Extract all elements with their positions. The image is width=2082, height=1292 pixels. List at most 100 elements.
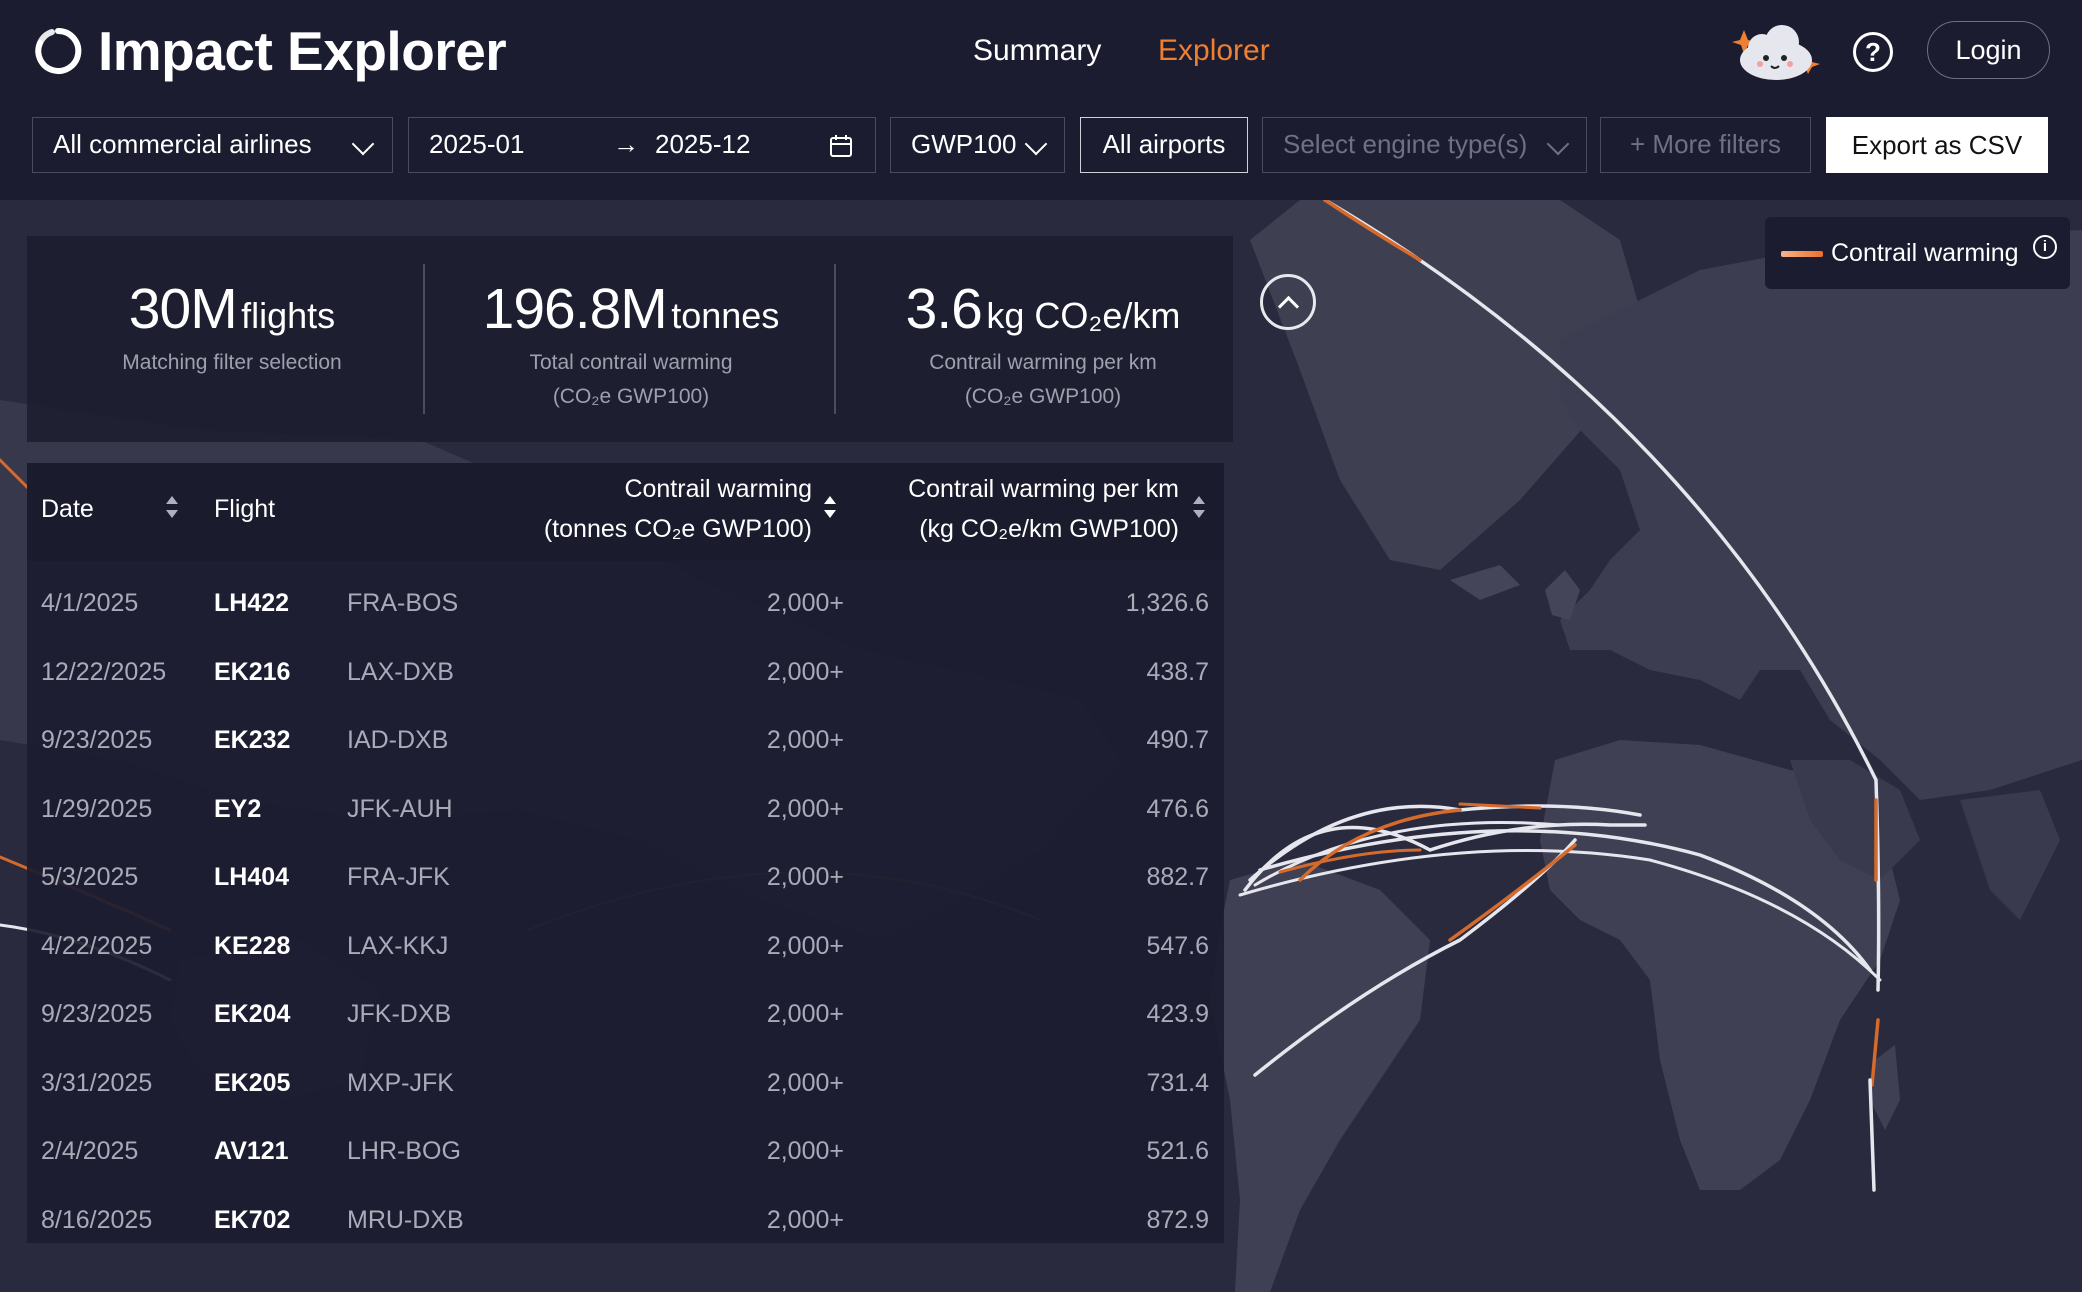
cell-date: 8/16/2025 bbox=[41, 1205, 153, 1234]
nav-summary-tab[interactable]: Summary bbox=[973, 34, 1101, 68]
column-header-perkm-line2: (kg CO₂e/km GWP100) bbox=[919, 515, 1179, 543]
cell-date: 12/22/2025 bbox=[41, 657, 167, 686]
stat-warming-per-km-unit: kg CO₂e/km bbox=[986, 295, 1181, 336]
cell-flight: EK204 bbox=[214, 1000, 291, 1028]
cell-flight: LH422 bbox=[214, 589, 290, 617]
cell-route: MRU-DXB bbox=[347, 1205, 464, 1234]
login-button[interactable]: Login bbox=[1927, 21, 2050, 79]
cell-route: IAD-DXB bbox=[347, 726, 449, 754]
cell-date: 2/4/2025 bbox=[41, 1137, 139, 1165]
date-end-input[interactable]: 2025-12 bbox=[655, 118, 750, 171]
export-csv-button[interactable]: Export as CSV bbox=[1826, 117, 2048, 173]
cloud-mascot-icon[interactable] bbox=[1724, 14, 1824, 84]
airline-select[interactable]: All commercial airlines bbox=[32, 117, 393, 173]
more-filters-button[interactable]: + More filters bbox=[1600, 117, 1811, 173]
cell-warming-per-km: 423.9 bbox=[1146, 1000, 1209, 1028]
table-row[interactable]: 12/22/2025 EK216 LAX-DXB 2,000+ 438.7 bbox=[27, 638, 1224, 706]
cell-flight: LH404 bbox=[214, 863, 290, 891]
cell-date: 3/31/2025 bbox=[41, 1068, 153, 1097]
stat-total-warming-unit: tonnes bbox=[671, 295, 780, 336]
airline-select-value: All commercial airlines bbox=[53, 129, 312, 159]
column-header-warming-per-km[interactable]: Contrail warming per km (kg CO₂e/km GWP1… bbox=[908, 469, 1179, 549]
metric-select-value: GWP100 bbox=[911, 129, 1017, 159]
cell-contrail-warming: 2,000+ bbox=[766, 589, 844, 617]
info-icon[interactable]: i bbox=[2033, 235, 2057, 259]
cell-contrail-warming: 2,000+ bbox=[766, 1205, 844, 1234]
app-header: Impact Explorer Summary Explorer ? Login… bbox=[0, 0, 2082, 200]
chevron-down-icon bbox=[1546, 132, 1570, 156]
sort-desc-icon[interactable] bbox=[824, 510, 836, 518]
stat-divider bbox=[834, 264, 836, 414]
column-header-warming-line1: Contrail warming bbox=[624, 475, 812, 503]
sort-asc-icon[interactable] bbox=[824, 496, 836, 504]
table-row[interactable]: 5/3/2025 LH404 FRA-JFK 2,000+ 882.7 bbox=[27, 843, 1224, 911]
cell-contrail-warming: 2,000+ bbox=[766, 794, 844, 823]
cell-date: 1/29/2025 bbox=[41, 794, 153, 823]
stat-warming-per-km-value: 3.6 bbox=[905, 277, 983, 341]
cell-route: FRA-JFK bbox=[347, 863, 450, 891]
flights-table: Date Flight Contrail warming (tonnes CO₂… bbox=[27, 463, 1224, 1243]
chevron-down-icon bbox=[351, 132, 375, 156]
cell-warming-per-km: 521.6 bbox=[1146, 1137, 1209, 1165]
sort-desc-icon[interactable] bbox=[166, 510, 178, 518]
cell-date: 9/23/2025 bbox=[41, 1000, 153, 1028]
column-header-flight[interactable]: Flight bbox=[214, 489, 275, 529]
table-row[interactable]: 9/23/2025 EK232 IAD-DXB 2,000+ 490.7 bbox=[27, 706, 1224, 774]
nav-explorer-tab[interactable]: Explorer bbox=[1158, 34, 1270, 68]
cell-warming-per-km: 476.6 bbox=[1146, 794, 1209, 823]
column-header-warming[interactable]: Contrail warming (tonnes CO₂e GWP100) bbox=[544, 469, 812, 549]
stat-warming-per-km-caption: Contrail warming per km bbox=[929, 351, 1157, 374]
cell-contrail-warming: 2,000+ bbox=[766, 657, 844, 686]
cell-flight: EK216 bbox=[214, 657, 291, 686]
collapse-panel-button[interactable] bbox=[1260, 274, 1316, 330]
metric-select[interactable]: GWP100 bbox=[890, 117, 1065, 173]
cell-route: JFK-AUH bbox=[347, 794, 453, 823]
table-row[interactable]: 3/31/2025 EK205 MXP-JFK 2,000+ 731.4 bbox=[27, 1049, 1224, 1117]
table-row[interactable]: 1/29/2025 EY2 JFK-AUH 2,000+ 476.6 bbox=[27, 775, 1224, 843]
stat-total-warming-caption: Total contrail warming bbox=[529, 351, 733, 374]
date-start-input[interactable]: 2025-01 bbox=[429, 118, 524, 171]
contrail-legend-swatch bbox=[1781, 251, 1823, 257]
airports-button[interactable]: All airports bbox=[1080, 117, 1248, 173]
cell-flight: EK205 bbox=[214, 1068, 291, 1097]
cell-contrail-warming: 2,000+ bbox=[766, 726, 844, 754]
stat-warming-per-km: 3.6 kg CO₂e/km Contrail warming per km (C… bbox=[837, 236, 1249, 442]
cell-flight: AV121 bbox=[214, 1137, 289, 1165]
cell-date: 4/1/2025 bbox=[41, 589, 139, 617]
table-header: Date Flight Contrail warming (tonnes CO₂… bbox=[27, 463, 1224, 561]
cell-flight: KE228 bbox=[214, 931, 291, 960]
cell-flight: EY2 bbox=[214, 794, 262, 823]
stat-total-warming: 196.8M tonnes Total contrail warming (CO₂… bbox=[425, 236, 837, 442]
cell-date: 5/3/2025 bbox=[41, 863, 139, 891]
cell-date: 4/22/2025 bbox=[41, 931, 153, 960]
chevron-down-icon bbox=[1024, 132, 1048, 156]
engine-type-select[interactable]: Select engine type(s) bbox=[1262, 117, 1587, 173]
date-range-picker[interactable]: 2025-01 → 2025-12 bbox=[408, 117, 876, 173]
cell-warming-per-km: 490.7 bbox=[1146, 726, 1209, 754]
column-header-warming-line2: (tonnes CO₂e GWP100) bbox=[543, 515, 812, 543]
stat-flights-caption: Matching filter selection bbox=[122, 351, 342, 374]
calendar-icon[interactable] bbox=[829, 134, 853, 158]
sort-asc-icon[interactable] bbox=[166, 496, 178, 504]
cell-date: 9/23/2025 bbox=[41, 726, 153, 754]
column-header-date[interactable]: Date bbox=[41, 489, 94, 529]
summary-stats-panel: 30M flights Matching filter selection 19… bbox=[27, 236, 1233, 442]
sort-asc-icon[interactable] bbox=[1193, 496, 1205, 504]
table-row[interactable]: 8/16/2025 EK702 MRU-DXB 2,000+ 872.9 bbox=[27, 1186, 1224, 1254]
table-row[interactable]: 4/22/2025 KE228 LAX-KKJ 2,000+ 547.6 bbox=[27, 912, 1224, 980]
cell-warming-per-km: 882.7 bbox=[1146, 863, 1209, 891]
table-row[interactable]: 2/4/2025 AV121 LHR-BOG 2,000+ 521.6 bbox=[27, 1117, 1224, 1185]
table-row[interactable]: 4/1/2025 LH422 FRA-BOS 2,000+ 1,326.6 bbox=[27, 569, 1224, 637]
arrow-right-icon: → bbox=[613, 129, 639, 159]
cell-warming-per-km: 1,326.6 bbox=[1125, 589, 1209, 617]
cell-route: FRA-BOS bbox=[347, 589, 459, 617]
cell-contrail-warming: 2,000+ bbox=[766, 1000, 844, 1028]
table-row[interactable]: 9/23/2025 EK204 JFK-DXB 2,000+ 423.9 bbox=[27, 980, 1224, 1048]
stat-flights-value: 30M bbox=[128, 277, 238, 341]
stat-total-warming-value: 196.8M bbox=[482, 277, 668, 341]
help-icon[interactable]: ? bbox=[1853, 32, 1893, 72]
cell-warming-per-km: 872.9 bbox=[1146, 1205, 1209, 1234]
cell-route: MXP-JFK bbox=[347, 1068, 454, 1097]
sort-desc-icon[interactable] bbox=[1193, 510, 1205, 518]
cell-warming-per-km: 547.6 bbox=[1146, 931, 1209, 960]
